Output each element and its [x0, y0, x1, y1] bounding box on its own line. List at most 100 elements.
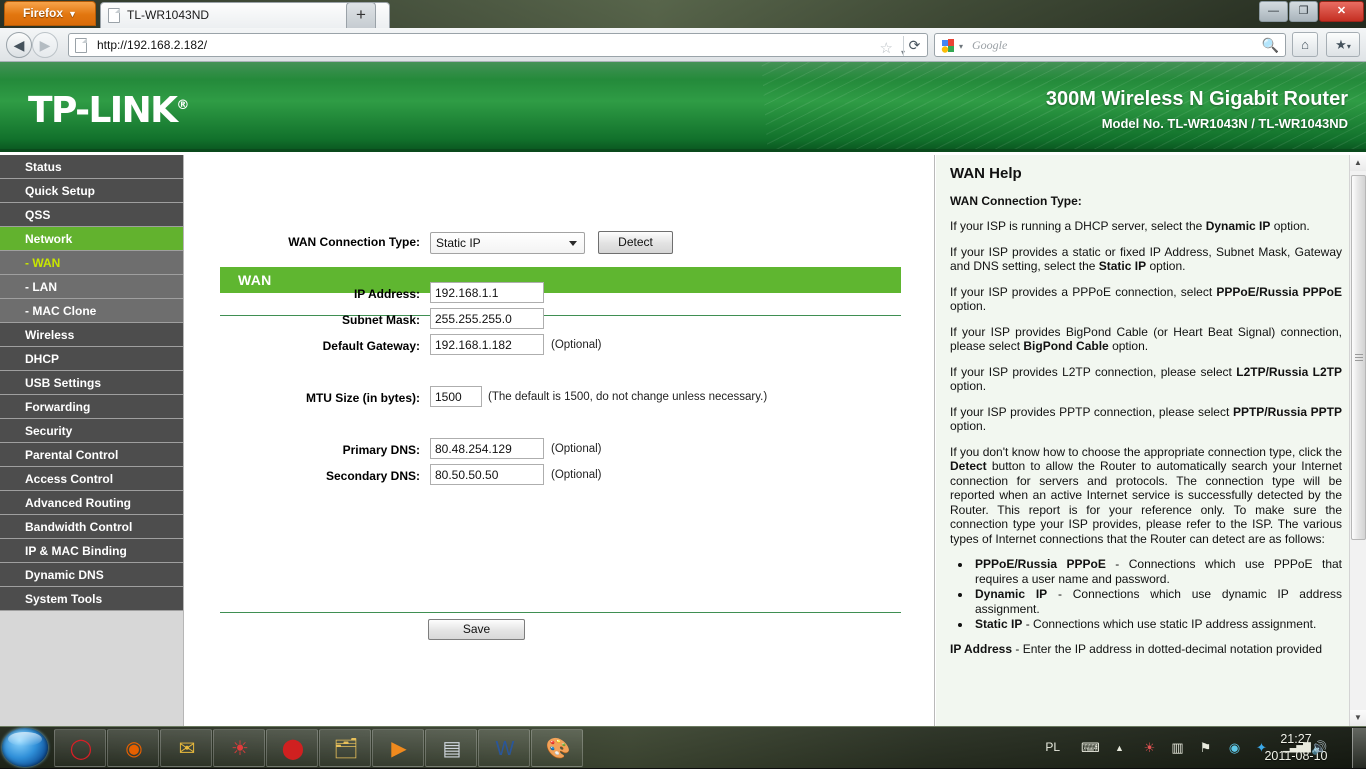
registered-trademark-icon: ®	[176, 98, 190, 113]
sidebar-item-mac-clone[interactable]: - MAC Clone	[0, 299, 183, 323]
sidebar-item-system-tools[interactable]: System Tools	[0, 587, 183, 611]
antivirus-icon[interactable]: ☀	[1141, 740, 1158, 757]
window-controls: — ❐ ✕	[1258, 1, 1364, 22]
minimize-button[interactable]: —	[1259, 1, 1288, 22]
search-icon[interactable]: 🔍	[1262, 37, 1279, 54]
wan-connection-type-select[interactable]: Static IP	[430, 232, 585, 254]
tplink-logo-text: TP-LINK	[28, 90, 178, 131]
sidebar-item-label: DHCP	[25, 352, 60, 366]
sidebar-item-bandwidth-control[interactable]: Bandwidth Control	[0, 515, 183, 539]
taskbar-item-firefox[interactable]: ◉	[107, 729, 159, 767]
page-icon	[108, 8, 120, 23]
detect-button[interactable]: Detect	[598, 231, 673, 254]
help-panel: WAN Help WAN Connection Type: If your IS…	[936, 155, 1366, 726]
default-gateway-input[interactable]: 192.168.1.182	[430, 334, 544, 355]
network-signal-icon[interactable]: ▁▃▅▇	[1283, 740, 1311, 757]
start-button[interactable]	[2, 728, 48, 767]
taskbar-item-word[interactable]: W	[478, 729, 530, 767]
reload-icon[interactable]: ⟳	[903, 36, 925, 56]
secondary-dns-input[interactable]: 80.50.50.50	[430, 464, 544, 485]
sidebar-item-status[interactable]: Status	[0, 155, 183, 179]
bluetooth-icon[interactable]: ✦	[1253, 740, 1270, 757]
paint-icon: 🎨	[545, 738, 571, 760]
sidebar-item-label: - LAN	[25, 280, 57, 294]
back-button[interactable]: ◀	[6, 32, 32, 58]
maximize-button[interactable]: ❐	[1289, 1, 1318, 22]
home-icon[interactable]: ⌂	[1292, 32, 1318, 57]
tplink-logo: TP-LINK®	[28, 90, 189, 131]
forward-button[interactable]: ▶	[32, 32, 58, 58]
sidebar-filler	[0, 611, 183, 726]
show-desktop-button[interactable]	[1352, 728, 1366, 768]
sidebar-item-ip-mac-binding[interactable]: IP & MAC Binding	[0, 539, 183, 563]
taskbar-item-virtual-pc[interactable]: ▤	[425, 729, 477, 767]
scrollbar-grip-icon	[1355, 354, 1363, 361]
taskbar-item-media-burner[interactable]: ⬤	[266, 729, 318, 767]
address-bar[interactable]: http://192.168.2.182/ ☆ ▾ ⟳	[68, 33, 928, 57]
sidebar-item-advanced-routing[interactable]: Advanced Routing	[0, 491, 183, 515]
mtu-size-input[interactable]: 1500	[430, 386, 482, 407]
scrollbar-thumb[interactable]	[1351, 175, 1366, 540]
close-button[interactable]: ✕	[1319, 1, 1364, 22]
sidebar-item-qss[interactable]: QSS	[0, 203, 183, 227]
search-bar[interactable]: ▾ Google 🔍	[934, 33, 1286, 57]
help-title: WAN Help	[950, 165, 1022, 182]
sidebar-item-quick-setup[interactable]: Quick Setup	[0, 179, 183, 203]
taskbar-item-outlook[interactable]: ✉	[160, 729, 212, 767]
media-burner-icon: ⬤	[281, 738, 305, 760]
taskbar-item-media-player[interactable]: ▶	[372, 729, 424, 767]
primary-dns-input[interactable]: 80.48.254.129	[430, 438, 544, 459]
tplink-header: TP-LINK® 300M Wireless N Gigabit Router …	[0, 62, 1366, 152]
help-paragraph: If your ISP provides a PPPoE connection,…	[950, 284, 1342, 314]
product-name: 300M Wireless N Gigabit Router	[1045, 88, 1348, 110]
bookmark-star-icon[interactable]: ☆	[880, 37, 893, 60]
chevron-down-icon[interactable]: ▾	[959, 42, 963, 51]
sidebar-item-label: Bandwidth Control	[25, 520, 133, 534]
keyboard-icon[interactable]: ⌨	[1081, 740, 1100, 757]
firefox-menu-label: Firefox	[23, 6, 64, 20]
ip-address-input[interactable]: 192.168.1.1	[430, 282, 544, 303]
sidebar-item-parental-control[interactable]: Parental Control	[0, 443, 183, 467]
scroll-up-icon[interactable]: ▲	[1350, 155, 1366, 171]
firefox-menu-button[interactable]: Firefox ▼	[4, 1, 96, 26]
help-scrollbar[interactable]: ▲ ▼	[1349, 155, 1366, 726]
help-bullet-list: PPPoE/Russia PPPoE - Connections which u…	[972, 557, 1342, 632]
window-titlebar: Firefox ▼ TL-WR1043ND + — ❐ ✕	[0, 0, 1366, 28]
show-hidden-icons-icon[interactable]: ▲	[1111, 740, 1128, 757]
sidebar-item-label: Security	[25, 424, 73, 438]
sidebar-item-label: Wireless	[25, 328, 75, 342]
sidebar-item-wireless[interactable]: Wireless	[0, 323, 183, 347]
device-icon[interactable]: ▥	[1169, 740, 1186, 757]
bookmarks-icon[interactable]: ★▾	[1326, 32, 1360, 57]
taskbar-item-paint[interactable]: 🎨	[531, 729, 583, 767]
sidebar-item-forwarding[interactable]: Forwarding	[0, 395, 183, 419]
sidebar-item-access-control[interactable]: Access Control	[0, 467, 183, 491]
taskbar-item-opera[interactable]: ◯	[54, 729, 106, 767]
default-gateway-label: Default Gateway:	[322, 339, 420, 353]
mtu-size-note: (The default is 1500, do not change unle…	[488, 391, 768, 403]
scroll-down-icon[interactable]: ▼	[1350, 710, 1366, 726]
subnet-mask-label: Subnet Mask:	[341, 313, 420, 327]
sidebar-item-lan[interactable]: - LAN	[0, 275, 183, 299]
sidebar-item-security[interactable]: Security	[0, 419, 183, 443]
eye-icon[interactable]: ◉	[1226, 740, 1243, 757]
sidebar-item-usb-settings[interactable]: USB Settings	[0, 371, 183, 395]
language-indicator[interactable]: PL	[1045, 740, 1060, 754]
outlook-icon: ✉	[178, 738, 196, 760]
action-center-flag-icon[interactable]: ⚑	[1197, 740, 1214, 757]
wan-connection-type-value: Static IP	[436, 236, 481, 250]
taskbar-item-explorer[interactable]: 🗂	[319, 729, 371, 767]
save-button[interactable]: Save	[428, 619, 525, 640]
divider-bottom	[220, 612, 901, 613]
new-tab-button[interactable]: +	[346, 2, 376, 28]
address-bar-value: http://192.168.2.182/	[97, 38, 208, 52]
subnet-mask-input[interactable]: 255.255.255.0	[430, 308, 544, 329]
search-input-placeholder: Google	[972, 38, 1008, 52]
sidebar-item-label: Access Control	[25, 472, 114, 486]
sidebar-item-dhcp[interactable]: DHCP	[0, 347, 183, 371]
volume-icon[interactable]: 🔊	[1311, 740, 1328, 757]
taskbar-item-antivirus[interactable]: ☀	[213, 729, 265, 767]
sidebar-item-wan[interactable]: - WAN	[0, 251, 183, 275]
sidebar-item-network[interactable]: Network	[0, 227, 183, 251]
sidebar-item-dynamic-dns[interactable]: Dynamic DNS	[0, 563, 183, 587]
